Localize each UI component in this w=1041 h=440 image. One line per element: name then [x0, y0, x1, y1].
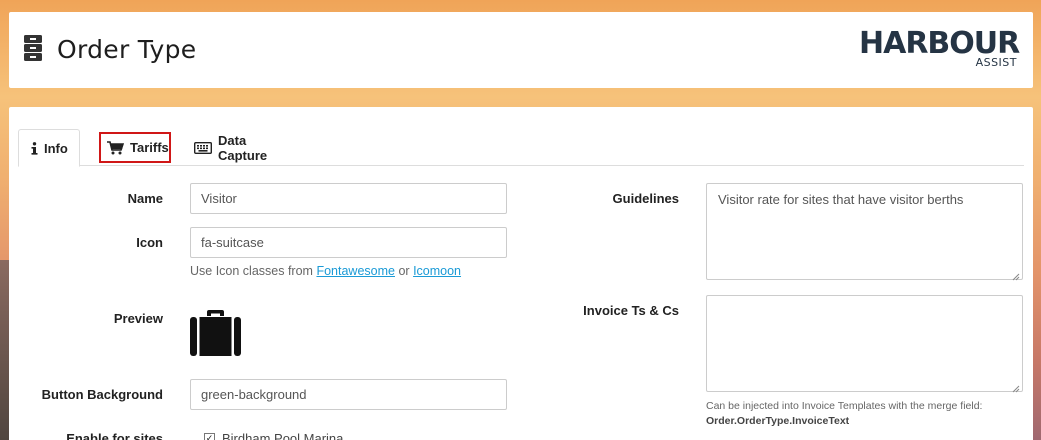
icomoon-link[interactable]: Icomoon — [413, 264, 461, 278]
icon-help-or: or — [398, 264, 410, 278]
guidelines-textarea[interactable]: Visitor rate for sites that have visitor… — [706, 183, 1023, 281]
cart-icon — [107, 140, 124, 155]
icon-help-prefix: Use Icon classes from — [190, 264, 313, 278]
harbour-assist-logo: HARBOUR ASSIST — [859, 28, 1020, 74]
button-background-label: Button Background — [41, 387, 163, 402]
invoice-merge-field: Order.OrderType.InvoiceText — [706, 415, 850, 427]
name-input[interactable]: Visitor — [190, 183, 507, 214]
title-area: Order Type — [23, 34, 196, 64]
tab-tariffs-label: Tariffs — [130, 140, 169, 155]
guidelines-text: Visitor rate for sites that have visitor… — [718, 192, 964, 207]
tab-bar: Info Tariffs Data Capture — [18, 129, 1024, 167]
site-option-label: Birdham Pool Marina — [222, 431, 344, 440]
name-label: Name — [127, 191, 163, 206]
tab-info-label: Info — [44, 140, 68, 156]
enable-sites-label: Enable for sites — [66, 431, 163, 440]
resize-grip-icon[interactable] — [1012, 269, 1020, 281]
guidelines-label: Guidelines — [612, 191, 679, 206]
resize-grip-icon[interactable] — [1012, 381, 1020, 393]
tab-data-capture-label: Data Capture — [218, 132, 268, 163]
icon-label: Icon — [136, 235, 163, 250]
archive-icon — [23, 34, 45, 64]
invoice-textarea[interactable] — [706, 295, 1023, 393]
site-checkbox[interactable]: ✓ — [204, 433, 215, 440]
icon-help-text: Use Icon classes from Fontawesome or Ico… — [190, 264, 461, 278]
keyboard-icon — [194, 141, 212, 154]
invoice-merge-note: Can be injected into Invoice Templates w… — [706, 399, 1026, 429]
tab-info[interactable]: Info — [18, 129, 80, 167]
icon-input[interactable]: fa-suitcase — [190, 227, 507, 258]
form-panel: Info Tariffs Data Capture Name Visitor I… — [9, 107, 1033, 440]
tab-data-capture[interactable]: Data Capture — [182, 129, 300, 166]
button-background-input[interactable]: green-background — [190, 379, 507, 410]
invoice-note-line: Can be injected into Invoice Templates w… — [706, 400, 983, 412]
tab-tariffs[interactable]: Tariffs — [99, 132, 171, 163]
suitcase-icon — [190, 310, 241, 361]
info-icon — [31, 141, 38, 155]
preview-label: Preview — [113, 311, 163, 326]
fontawesome-link[interactable]: Fontawesome — [316, 264, 395, 278]
invoice-label: Invoice Ts & Cs — [583, 303, 679, 318]
page-header: Order Type HARBOUR ASSIST — [9, 12, 1033, 88]
page-title: Order Type — [57, 34, 197, 64]
